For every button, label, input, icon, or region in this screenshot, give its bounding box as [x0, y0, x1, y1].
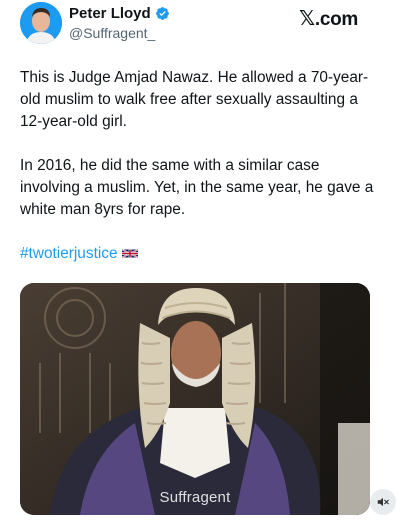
tweet-card: Peter Lloyd @Suffragent_ 𝕏.com This is J…	[0, 0, 406, 523]
tweet-paragraph: This is Judge Amjad Nawaz. He allowed a …	[20, 69, 369, 130]
uk-flag-icon	[121, 248, 138, 259]
video-frame-image	[20, 283, 370, 515]
verified-badge-icon	[155, 7, 169, 20]
author-names: Peter Lloyd @Suffragent_	[69, 5, 170, 41]
tweet-video[interactable]: Suffragent	[20, 283, 370, 515]
avatar-icon	[20, 2, 62, 44]
author-handle[interactable]: @Suffragent_	[69, 25, 170, 41]
hashtag-link[interactable]: #twotierjustice	[20, 245, 118, 262]
video-watermark: Suffragent	[159, 489, 231, 506]
brand-label: .com	[314, 9, 358, 30]
tweet-body: This is Judge Amjad Nawaz. He allowed a …	[20, 67, 380, 287]
mute-button[interactable]	[370, 489, 396, 515]
x-logo-icon: 𝕏	[299, 6, 315, 30]
speaker-muted-icon	[377, 497, 389, 507]
x-brand: 𝕏.com	[299, 6, 358, 31]
author-display-name[interactable]: Peter Lloyd	[69, 5, 151, 22]
tweet-hashtag-line: #twotierjustice	[20, 243, 380, 265]
author-avatar[interactable]	[20, 2, 62, 44]
tweet-header: Peter Lloyd @Suffragent_ 𝕏.com	[20, 2, 390, 46]
tweet-paragraph: In 2016, he did the same with a similar …	[20, 157, 374, 218]
